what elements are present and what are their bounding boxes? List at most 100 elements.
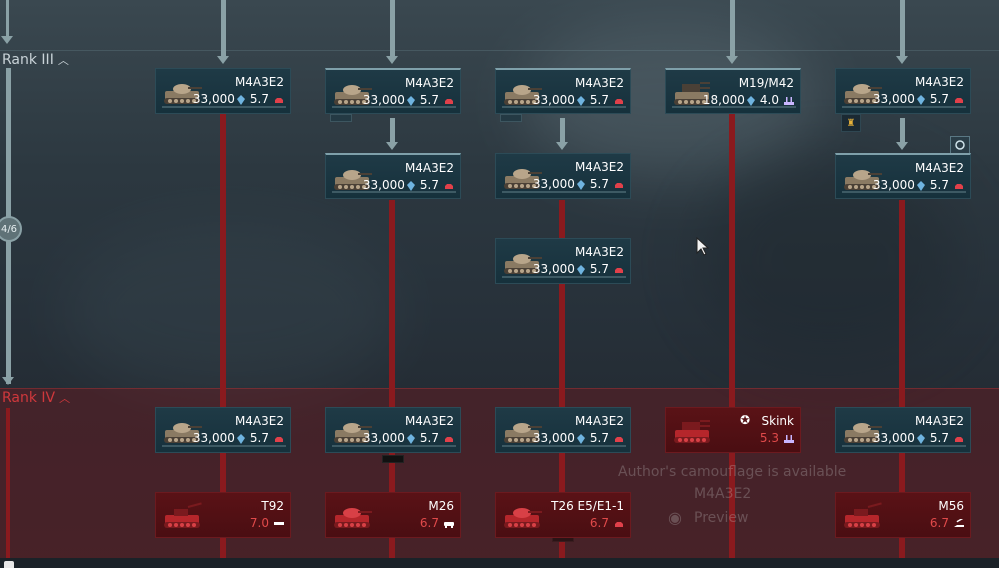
vehicle-name: T92 <box>261 499 284 513</box>
vehicle-name: M4A3E2 <box>404 161 454 175</box>
rank-iii-label[interactable]: Rank III ︿ <box>2 52 69 68</box>
camouflage-tooltip-title: Author's camouflage is available <box>618 464 847 480</box>
vehicle-card[interactable]: M26 6.7 <box>325 492 461 538</box>
research-progress-bar <box>672 106 796 108</box>
vehicle-stats: 33,000 5.7 <box>193 431 284 445</box>
research-cost: 33,000 <box>532 177 575 191</box>
vehicle-stats: 5.3 <box>757 431 794 445</box>
research-cost: 33,000 <box>532 262 575 276</box>
rank-iv-label[interactable]: Rank IV ︿ <box>2 390 70 406</box>
research-cost: 33,000 <box>532 93 575 107</box>
vehicle-stats: 33,000 5.7 <box>363 93 454 107</box>
vehicle-card[interactable]: M4A3E2 33,000 5.7 <box>155 407 291 453</box>
left-progress-rail-top <box>6 0 9 36</box>
vehicle-stats: 33,000 5.7 <box>363 178 454 192</box>
research-points-icon <box>406 178 415 192</box>
battle-rating: 5.7 <box>589 177 609 191</box>
medium-tank-class-icon <box>274 431 284 445</box>
vehicle-card[interactable]: M4A3E2 33,000 5.7 <box>495 238 631 284</box>
vehicle-card[interactable]: M4A3E2 33,000 5.7 <box>155 68 291 114</box>
medium-tank-class-icon <box>614 262 624 276</box>
vehicle-name: M4A3E2 <box>914 161 964 175</box>
arrow-down-icon <box>726 56 738 64</box>
vehicle-card[interactable]: M4A3E2 33,000 5.7 <box>495 407 631 453</box>
connector-line <box>900 0 905 58</box>
bottom-status-bar <box>0 558 999 568</box>
sub-slot-tab[interactable] <box>382 455 404 463</box>
chat-icon[interactable] <box>4 561 14 568</box>
vehicle-card[interactable]: M4A3E2 33,000 5.7 <box>325 68 461 114</box>
vehicle-name: M26 <box>428 499 454 513</box>
vehicle-card[interactable]: M4A3E2 33,000 5.7 <box>325 407 461 453</box>
vehicle-card[interactable]: M19/M42 18,000 4.0 <box>665 68 801 114</box>
spaa-class-icon <box>784 93 794 107</box>
research-progress-bar <box>502 191 626 193</box>
connector-line <box>560 118 565 144</box>
battle-rating: 6.7 <box>419 516 439 530</box>
research-points-icon <box>916 178 925 192</box>
research-points-icon <box>916 431 925 445</box>
eye-icon: ◉ <box>668 508 682 527</box>
research-cost: 33,000 <box>872 431 915 445</box>
vehicle-stats: 33,000 5.7 <box>873 178 964 192</box>
vehicle-card[interactable]: M56 6.7 <box>835 492 971 538</box>
chevron-up-icon: ︿ <box>57 54 69 67</box>
vehicle-name: M4A3E2 <box>234 75 284 89</box>
vehicle-card[interactable]: T26 E5/E1-1 6.7 <box>495 492 631 538</box>
vehicle-name: M4A3E2 <box>404 76 454 90</box>
battle-rating: 5.7 <box>249 92 269 106</box>
sub-slot-tab[interactable] <box>330 114 352 122</box>
research-points-icon <box>406 93 415 107</box>
battle-rating: 5.7 <box>589 93 609 107</box>
connector-line <box>730 0 735 58</box>
arrow-down-icon <box>556 142 568 150</box>
battle-rating: 6.7 <box>929 516 949 530</box>
sub-slot-tab[interactable] <box>500 114 522 122</box>
vehicle-name: M4A3E2 <box>574 245 624 259</box>
medium-tank-class-icon <box>954 431 964 445</box>
vehicle-stats: 33,000 5.7 <box>533 93 624 107</box>
vehicle-card[interactable]: M4A3E2 33,000 5.7 <box>495 153 631 199</box>
vehicle-stats: 33,000 5.7 <box>533 262 624 276</box>
vehicle-name: M4A3E2 <box>574 160 624 174</box>
research-cost: 33,000 <box>362 93 405 107</box>
vehicle-stats: 33,000 5.7 <box>363 431 454 445</box>
vehicle-card[interactable]: M4A3E2 33,000 5.7 <box>835 153 971 199</box>
battle-rating: 5.7 <box>419 93 439 107</box>
research-points-icon <box>576 431 585 445</box>
battle-rating: 6.7 <box>589 516 609 530</box>
medium-tank-class-icon <box>614 177 624 191</box>
vehicle-card[interactable]: M4A3E2 33,000 5.7 <box>835 68 971 114</box>
rank-divider <box>0 50 999 51</box>
research-cost: 33,000 <box>872 92 915 106</box>
research-points-icon <box>576 262 585 276</box>
vehicle-card[interactable]: M4A3E2 33,000 5.7 <box>495 68 631 114</box>
battle-rating: 7.0 <box>249 516 269 530</box>
vehicle-card[interactable]: M4A3E2 33,000 5.7 <box>325 153 461 199</box>
vehicle-name: M4A3E2 <box>574 76 624 90</box>
mouse-cursor-icon <box>696 237 710 256</box>
camouflage-badge-icon[interactable] <box>950 136 970 154</box>
vehicle-card[interactable]: M4A3E2 33,000 5.7 <box>835 407 971 453</box>
chevron-up-icon: ︿ <box>59 392 71 405</box>
research-cost: 33,000 <box>872 178 915 192</box>
research-progress-bar <box>502 106 626 108</box>
medium-tank-class-icon <box>954 92 964 106</box>
spg-class-icon <box>274 516 284 530</box>
arrow-down-icon <box>896 142 908 150</box>
research-points-icon <box>916 92 925 106</box>
vehicle-card[interactable]: ✪ Skink 5.3 <box>665 407 801 453</box>
vehicle-card[interactable]: T92 7.0 <box>155 492 291 538</box>
vehicle-stats: 33,000 5.7 <box>533 177 624 191</box>
vehicle-name: M19/M42 <box>738 76 794 90</box>
connector-line <box>390 0 395 58</box>
research-points-icon <box>236 431 245 445</box>
battle-rating: 5.7 <box>929 178 949 192</box>
research-cost: 33,000 <box>362 431 405 445</box>
research-progress-bar <box>842 445 966 447</box>
research-progress-bar <box>162 106 286 108</box>
battle-rating: 5.7 <box>589 431 609 445</box>
gold-unlock-icon[interactable]: ♜ <box>841 114 861 132</box>
research-progress-bar <box>332 445 456 447</box>
vehicle-name: M4A3E2 <box>914 414 964 428</box>
